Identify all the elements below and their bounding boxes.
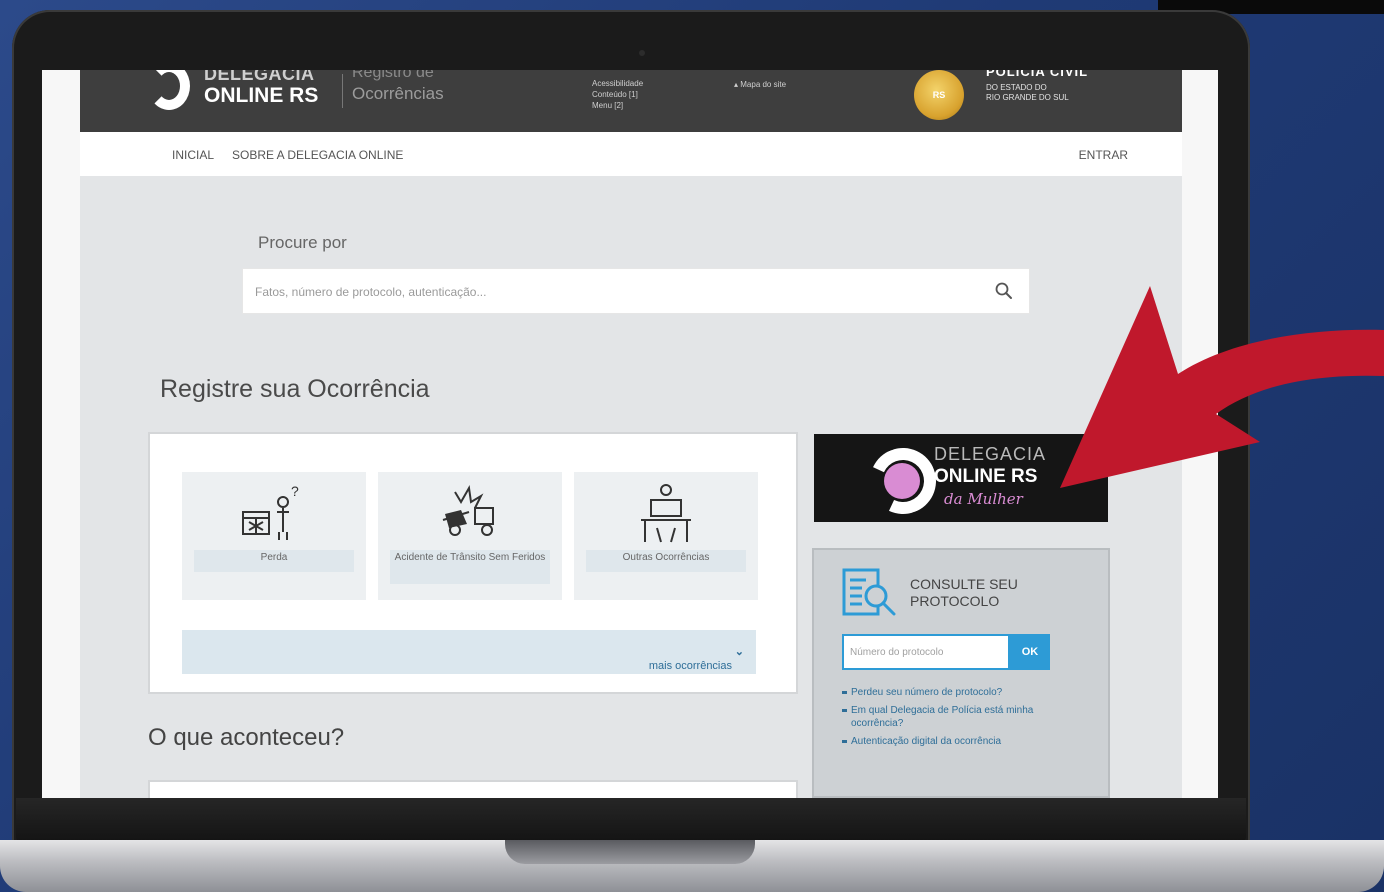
search-label: Procure por [258,233,347,252]
document-search-icon [842,568,896,616]
lost-protocol-link[interactable]: Perdeu seu número de protocolo? [842,686,1072,699]
search-box [242,268,1030,314]
occurrence-tile-label: Acidente de Trânsito Sem Feridos [390,550,550,584]
occurrence-card: ? Perda Acidente de Trânsito Sem Feridos [148,432,798,694]
red-arrow-icon [1060,286,1384,488]
banner-line2: ONLINE RS [934,466,1038,487]
page-margin-left [42,70,80,798]
logo-subtitle-1: Registro de [352,70,434,81]
sitemap-label: Mapa do site [740,80,787,89]
police-badge-icon: RS [914,70,964,120]
protocol-links: Perdeu seu número de protocolo? Em qual … [842,686,1072,753]
main-nav: INICIAL SOBRE A DELEGACIA ONLINE ENTRAR [80,132,1182,176]
banner-line1: DELEGACIA [934,444,1047,464]
occurrence-tile-label: Outras Ocorrências [586,550,746,572]
browser-screen: DELEGACIA ONLINE RS Registro de Ocorrênc… [42,70,1218,798]
svg-text:?: ? [291,483,299,499]
more-occurrences-link[interactable]: mais ocorrências ⌄ [649,645,744,672]
protocol-title-line2: PROTOCOLO [910,593,1000,609]
other-occurrences-icon [641,484,691,543]
protocol-panel: CONSULTE SEU PROTOCOLO OK Perdeu seu núm… [812,548,1110,798]
site-header: DELEGACIA ONLINE RS Registro de Ocorrênc… [80,70,1182,132]
logo-line2[interactable]: ONLINE RS [204,84,318,108]
which-station-link[interactable]: Em qual Delegacia de Polícia está minha … [842,704,1072,730]
occurrence-tile-label: Perda [194,550,354,572]
police-subtitle-2: RIO GRANDE DO SUL [986,93,1069,102]
protocol-title: CONSULTE SEU PROTOCOLO [910,576,1018,610]
occurrence-tile-other[interactable]: Outras Ocorrências [574,472,758,600]
nav-home[interactable]: INICIAL [172,148,214,162]
protocol-title-line1: CONSULTE SEU [910,576,1018,592]
content-link[interactable]: Conteúdo [1] [592,89,643,100]
traffic-accident-icon [442,484,494,536]
digital-authentication-link[interactable]: Autenticação digital da ocorrência [842,735,1072,748]
search-icon[interactable] [993,280,1015,302]
laptop-bezel [16,798,1246,846]
sitemap-link[interactable]: ▴ Mapa do site [734,80,786,89]
chevron-down-icon: ⌄ [734,646,744,658]
laptop-notch [505,840,755,864]
more-occurrences-bar[interactable]: mais ocorrências ⌄ [182,630,756,674]
banner-line3: da Mulher [944,490,1023,508]
logo-subtitle-2: Ocorrências [352,84,444,103]
menu-link[interactable]: Menu [2] [592,100,643,111]
more-occurrences-label: mais ocorrências [648,660,732,672]
police-subtitle-1: DO ESTADO DO [986,83,1047,92]
what-happened-card [148,780,798,798]
logo-divider [342,74,343,108]
logo-line1: DELEGACIA [204,70,315,84]
search-input[interactable] [255,281,975,303]
police-title: POLÍCIA CIVIL [986,70,1089,79]
protocol-number-input[interactable] [842,634,1010,670]
occurrence-tile-lost[interactable]: ? Perda [182,472,366,600]
register-heading: Registre sua Ocorrência [160,375,430,403]
protocol-ok-button[interactable]: OK [1010,634,1050,670]
delegacia-logo-icon[interactable] [148,70,190,110]
webcam [639,50,645,56]
accessibility-links: Acessibilidade Conteúdo [1] Menu [2] [592,78,643,111]
mulher-logo-dot [884,463,920,499]
what-happened-heading: O que aconteceu? [148,724,345,751]
occurrence-tile-traffic[interactable]: Acidente de Trânsito Sem Feridos [378,472,562,600]
nav-about[interactable]: SOBRE A DELEGACIA ONLINE [232,148,403,162]
lost-items-icon: ? [242,483,299,540]
accessibility-link[interactable]: Acessibilidade [592,78,643,89]
nav-login[interactable]: ENTRAR [1079,148,1128,162]
